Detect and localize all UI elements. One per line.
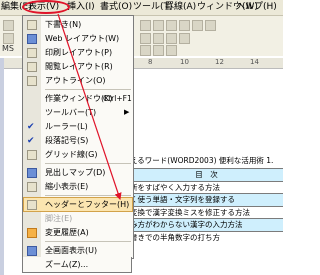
menu-bar: 編集(E) 表示(V) 挿入(I) 書式(O) ツール(T) 罫線(A) ウィン… <box>0 0 283 16</box>
menu-item-gridlines[interactable]: グリッド線(G) <box>23 147 133 162</box>
menu-item-label: アウトライン(O) <box>45 76 106 85</box>
ruler-digit: 12 <box>215 58 224 66</box>
menu-item-shortcut: Ctrl+F1 <box>103 94 132 103</box>
reading-layout-icon <box>27 62 37 72</box>
toolbar-button[interactable] <box>166 33 177 44</box>
checkmark-icon: ✔ <box>27 136 35 146</box>
toolbar-button[interactable] <box>3 33 14 44</box>
menu-item-task-pane[interactable]: 作業ウィンドウ(K) Ctrl+F1 <box>23 91 133 106</box>
annotation-circle <box>22 0 70 14</box>
checkmark-icon: ✔ <box>27 122 35 132</box>
menu-item-ruler[interactable]: ✔ ルーラー(L) <box>23 119 133 134</box>
thumbnails-icon <box>27 182 37 192</box>
toolbar-button[interactable] <box>205 20 216 31</box>
menu-item-document-map[interactable]: 見出しマップ(D) <box>23 165 133 180</box>
menu-item-toolbars[interactable]: ツールバー(T) ▶ <box>23 105 133 120</box>
menu-item-thumbnails[interactable]: 縮小表示(E) <box>23 179 133 194</box>
menu-item-label: ルーラー(L) <box>45 122 88 131</box>
markup-icon <box>27 228 37 238</box>
menu-item-header-footer[interactable]: ヘッダーとフッター(H) <box>23 197 133 212</box>
menu-item-label: Web レイアウト(W) <box>45 34 120 43</box>
menu-item-full-screen[interactable]: 全画面表示(U) <box>23 243 133 258</box>
header-footer-icon <box>27 200 37 210</box>
menu-item-outline[interactable]: アウトライン(O) <box>23 73 133 88</box>
menu-table[interactable]: 罫線(A) <box>165 2 196 13</box>
ruler-digit: 8 <box>148 58 153 66</box>
menu-separator <box>45 89 131 90</box>
menu-help[interactable]: ヘルプ(H) <box>236 2 277 13</box>
toc-row: み方がわからない漢字の入力方法 <box>130 218 283 231</box>
grid-icon <box>27 150 37 160</box>
menu-item-label: グリッド線(G) <box>45 150 98 159</box>
menu-item-label: 段落記号(S) <box>45 136 89 145</box>
print-layout-icon <box>27 48 37 58</box>
menu-item-label: 縮小表示(E) <box>45 182 89 191</box>
draft-icon <box>27 20 37 30</box>
menu-item-label: ヘッダーとフッター(H) <box>45 200 130 209</box>
menu-item-markup[interactable]: 変更履歴(A) <box>23 225 133 240</box>
menu-item-label: 全画面表示(U) <box>45 246 98 255</box>
submenu-arrow-icon: ▶ <box>124 108 130 116</box>
menu-item-zoom[interactable]: ズーム(Z)... <box>22 257 132 273</box>
toc-header: 目 次 <box>130 168 283 181</box>
menu-item-label: 脚注(E) <box>45 214 73 223</box>
toolbar-button[interactable] <box>166 45 177 56</box>
menu-item-label: 下書き(N) <box>45 20 82 29</box>
ruler-digit: 10 <box>180 58 189 66</box>
toolbar-button[interactable] <box>153 45 164 56</box>
toolbar-button[interactable] <box>179 33 190 44</box>
menu-item-label: 閲覧レイアウト(R) <box>45 62 113 71</box>
toc-row: 変換で漢字変換ミスを修正する方法 <box>130 205 283 219</box>
vertical-ruler <box>0 58 4 275</box>
toolbar-button[interactable] <box>3 20 14 31</box>
web-layout-icon <box>27 34 37 44</box>
font-name-box[interactable]: MS <box>2 44 14 53</box>
menu-item-reading-layout[interactable]: 閲覧レイアウト(R) <box>23 59 133 74</box>
toc-table: 目 次 所をすばやく入力する方法 く使う単語・文字列を登録する 変換で漢字変換ミ… <box>130 168 283 243</box>
document-map-icon <box>27 168 37 178</box>
toolbar-button[interactable] <box>166 20 177 31</box>
menu-item-print-layout[interactable]: 印刷レイアウト(P) <box>23 45 133 60</box>
document-text: えるワード(WORD2003) 便利な活用術 1. <box>130 156 274 165</box>
menu-item-footnotes[interactable]: 脚注(E) <box>23 211 133 226</box>
menu-item-draft[interactable]: 下書き(N) <box>23 17 133 32</box>
toolbar-button[interactable] <box>153 20 164 31</box>
menu-item-label: 変更履歴(A) <box>45 228 89 237</box>
toc-row: 所をすばやく入力する方法 <box>130 180 283 194</box>
full-screen-icon <box>27 246 37 256</box>
menu-item-label: 見出しマップ(D) <box>45 168 106 177</box>
menu-format[interactable]: 書式(O) <box>100 2 132 13</box>
menu-item-label: ズーム(Z)... <box>45 260 89 269</box>
menu-separator <box>45 163 131 164</box>
toolbar-button[interactable] <box>140 45 151 56</box>
toc-row: 書きでの半角数字の打ち方 <box>130 230 283 244</box>
menu-separator <box>45 195 131 196</box>
toolbar-button[interactable] <box>192 20 203 31</box>
menu-item-label: ツールバー(T) <box>45 108 97 117</box>
toolbar-button[interactable] <box>140 20 151 31</box>
toc-row: く使う単語・文字列を登録する <box>130 193 283 206</box>
menu-separator <box>45 241 131 242</box>
menu-item-web-layout[interactable]: Web レイアウト(W) <box>23 31 133 46</box>
toolbar-button[interactable] <box>153 33 164 44</box>
view-menu-dropdown: 下書き(N) Web レイアウト(W) 印刷レイアウト(P) 閲覧レイアウト(R… <box>22 15 134 259</box>
menu-insert[interactable]: 挿入(I) <box>67 2 95 13</box>
toolbar-button[interactable] <box>140 33 151 44</box>
menu-item-paragraph-marks[interactable]: ✔ 段落記号(S) <box>23 133 133 148</box>
toolbar-button[interactable] <box>179 20 190 31</box>
ruler-digit: 14 <box>250 58 259 66</box>
menu-item-label: 印刷レイアウト(P) <box>45 48 113 57</box>
outline-icon <box>27 76 37 86</box>
